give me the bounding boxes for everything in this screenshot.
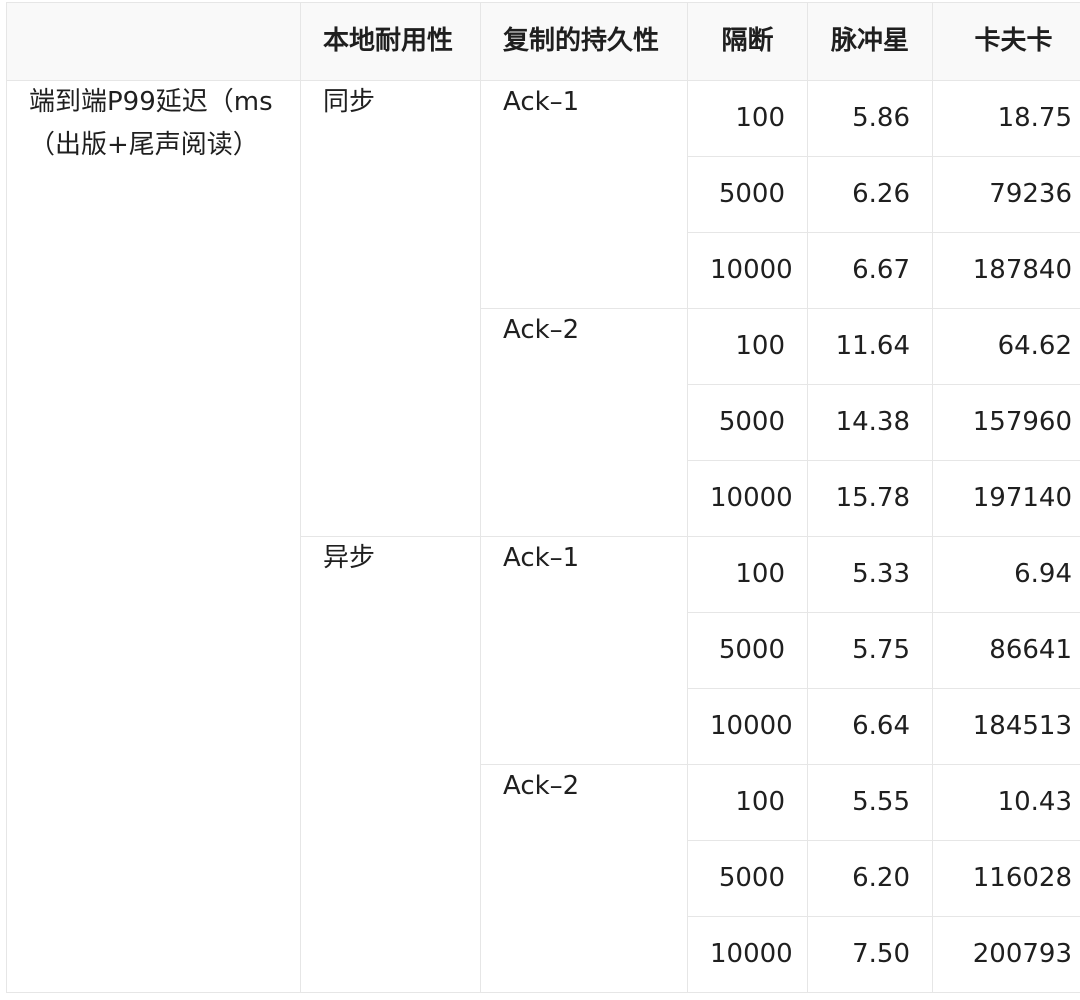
replication-durability-cell: Ack–1 — [480, 536, 688, 765]
table-row: 端到端P99延迟（ms（出版+尾声阅读） 同步 Ack–1 100 5.86 1… — [6, 80, 1080, 993]
kafka-cell: 86641 — [932, 612, 1080, 689]
partitions-cell: 10000 — [687, 688, 808, 765]
pulsar-cell: 14.38 — [807, 384, 933, 461]
kafka-cell: 79236 — [932, 156, 1080, 233]
kafka-cell: 116028 — [932, 840, 1080, 917]
pulsar-cell: 5.55 — [807, 764, 933, 841]
metric-label: 端到端P99延迟（ms（出版+尾声阅读） — [6, 80, 301, 993]
pulsar-cell: 6.20 — [807, 840, 933, 917]
page: 本地耐用性 复制的持久性 隔断 脉冲星 卡夫卡 端到端P99延迟（ms（出版+尾… — [0, 0, 1080, 1000]
partitions-cell: 5000 — [687, 840, 808, 917]
header-local-durability: 本地耐用性 — [300, 2, 481, 81]
table-body: 端到端P99延迟（ms（出版+尾声阅读） 同步 Ack–1 100 5.86 1… — [6, 80, 1080, 993]
header-partitions: 隔断 — [687, 2, 808, 81]
kafka-cell: 10.43 — [932, 764, 1080, 841]
kafka-cell: 6.94 — [932, 536, 1080, 613]
kafka-cell: 157960 — [932, 384, 1080, 461]
pulsar-cell: 6.26 — [807, 156, 933, 233]
pulsar-cell: 5.86 — [807, 80, 933, 157]
header-kafka: 卡夫卡 — [932, 2, 1080, 81]
latency-comparison-table: 本地耐用性 复制的持久性 隔断 脉冲星 卡夫卡 端到端P99延迟（ms（出版+尾… — [6, 2, 1080, 993]
partitions-cell: 5000 — [687, 612, 808, 689]
replication-durability-cell: Ack–1 — [480, 80, 688, 309]
kafka-cell: 184513 — [932, 688, 1080, 765]
header-row: 本地耐用性 复制的持久性 隔断 脉冲星 卡夫卡 — [6, 2, 1080, 81]
local-durability-cell: 同步 — [300, 80, 481, 537]
kafka-cell: 64.62 — [932, 308, 1080, 385]
replication-durability-cell: Ack–2 — [480, 764, 688, 993]
header-pulsar: 脉冲星 — [807, 2, 933, 81]
header-replication-durability: 复制的持久性 — [480, 2, 688, 81]
partitions-cell: 5000 — [687, 156, 808, 233]
replication-durability-cell: Ack–2 — [480, 308, 688, 537]
partitions-cell: 100 — [687, 308, 808, 385]
partitions-cell: 100 — [687, 764, 808, 841]
kafka-cell: 187840 — [932, 232, 1080, 309]
partitions-cell: 10000 — [687, 916, 808, 993]
partitions-cell: 5000 — [687, 384, 808, 461]
pulsar-cell: 6.64 — [807, 688, 933, 765]
kafka-cell: 200793 — [932, 916, 1080, 993]
pulsar-cell: 5.75 — [807, 612, 933, 689]
kafka-cell: 18.75 — [932, 80, 1080, 157]
kafka-cell: 197140 — [932, 460, 1080, 537]
partitions-cell: 100 — [687, 536, 808, 613]
pulsar-cell: 15.78 — [807, 460, 933, 537]
pulsar-cell: 11.64 — [807, 308, 933, 385]
local-durability-cell: 异步 — [300, 536, 481, 993]
partitions-cell: 10000 — [687, 232, 808, 309]
partitions-cell: 10000 — [687, 460, 808, 537]
pulsar-cell: 7.50 — [807, 916, 933, 993]
table-header: 本地耐用性 复制的持久性 隔断 脉冲星 卡夫卡 — [6, 2, 1080, 81]
pulsar-cell: 5.33 — [807, 536, 933, 613]
header-metric — [6, 2, 301, 81]
partitions-cell: 100 — [687, 80, 808, 157]
pulsar-cell: 6.67 — [807, 232, 933, 309]
